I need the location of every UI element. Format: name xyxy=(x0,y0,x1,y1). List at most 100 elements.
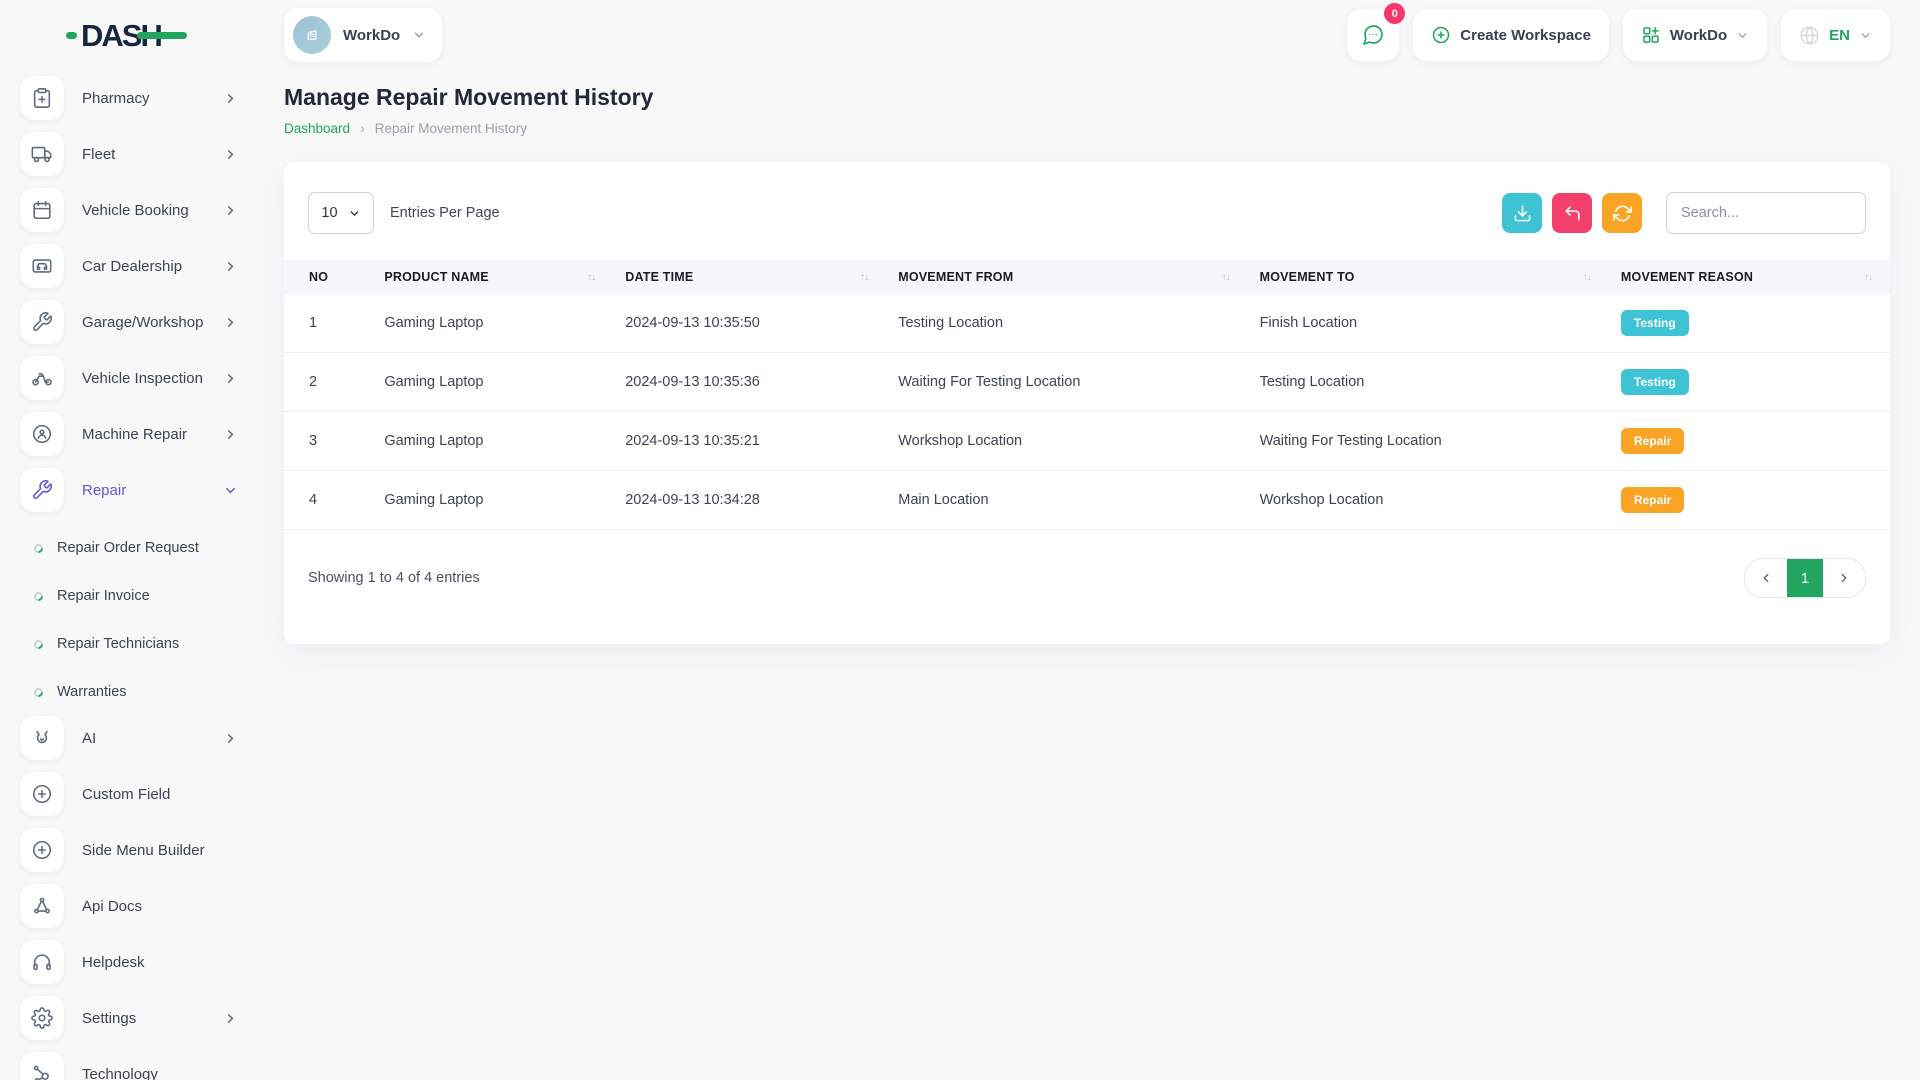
chat-bubble-icon xyxy=(1361,23,1385,47)
chevron-right-icon xyxy=(223,427,238,442)
ai-fox-icon xyxy=(20,716,64,760)
sidebar-item-repair[interactable]: Repair xyxy=(20,468,240,512)
cell-date-time: 2024-09-13 10:35:21 xyxy=(613,412,886,471)
chevron-right-icon xyxy=(223,259,238,274)
create-workspace-label: Create Workspace xyxy=(1460,27,1591,44)
sidebar-item-label: AI xyxy=(82,730,205,747)
sidebar-item-label: Machine Repair xyxy=(82,426,205,443)
cell-date-time: 2024-09-13 10:34:28 xyxy=(613,471,886,530)
sidebar-item-fleet[interactable]: Fleet xyxy=(20,132,240,176)
cell-movement-to: Workshop Location xyxy=(1248,471,1609,530)
chevron-down-icon xyxy=(223,483,238,498)
column-header-movement-reason[interactable]: MOVEMENT REASON↑↓ xyxy=(1609,260,1890,294)
table-row: 4Gaming Laptop2024-09-13 10:34:28Main Lo… xyxy=(284,471,1890,530)
sidebar-item-pharmacy[interactable]: Pharmacy xyxy=(20,76,240,120)
pagination-prev-button[interactable] xyxy=(1745,559,1787,597)
sidebar-subitem-repair-invoice[interactable]: Repair Invoice xyxy=(20,572,240,620)
column-header-movement-to[interactable]: MOVEMENT TO↑↓ xyxy=(1248,260,1609,294)
refresh-button[interactable] xyxy=(1602,193,1642,233)
cell-no: 2 xyxy=(284,353,372,412)
reason-badge: Testing xyxy=(1621,369,1689,395)
sort-arrows-icon: ↑↓ xyxy=(1583,272,1591,283)
plus-circle-icon xyxy=(1431,25,1451,45)
breadcrumb: Dashboard › Repair Movement History xyxy=(284,120,1890,136)
workspace-switcher[interactable]: WorkDo xyxy=(1623,9,1767,61)
search-input[interactable] xyxy=(1666,192,1866,234)
sidebar-subitem-label: Repair Invoice xyxy=(57,588,150,604)
sidebar-subitem-label: Repair Order Request xyxy=(57,540,199,556)
logo-area: DASH xyxy=(0,20,258,51)
download-button[interactable] xyxy=(1502,193,1542,233)
column-header-product-name[interactable]: PRODUCT NAME↑↓ xyxy=(372,260,613,294)
sidebar-item-label: Custom Field xyxy=(82,786,240,803)
chevron-left-icon xyxy=(1759,571,1773,585)
chevron-right-icon xyxy=(223,371,238,386)
header: WorkDo 0 Create Workspace xyxy=(258,8,1920,62)
cell-product-name: Gaming Laptop xyxy=(372,471,613,530)
create-workspace-button[interactable]: Create Workspace xyxy=(1413,9,1609,61)
pagination: 1 xyxy=(1744,558,1866,598)
sidebar-item-machine-repair[interactable]: Machine Repair xyxy=(20,412,240,456)
sidebar-item-custom-field[interactable]: Custom Field xyxy=(20,772,240,816)
messages-button[interactable]: 0 xyxy=(1347,9,1399,61)
sidebar-subitem-repair-order-request[interactable]: Repair Order Request xyxy=(20,524,240,572)
cell-date-time: 2024-09-13 10:35:50 xyxy=(613,294,886,353)
sidebar-item-side-menu-builder[interactable]: Side Menu Builder xyxy=(20,828,240,872)
cell-product-name: Gaming Laptop xyxy=(372,294,613,353)
calendar-icon xyxy=(20,188,64,232)
sidebar-item-technology[interactable]: Technology xyxy=(20,1052,240,1080)
cell-movement-from: Waiting For Testing Location xyxy=(886,353,1247,412)
column-label: MOVEMENT FROM xyxy=(898,270,1013,284)
table-header-row: NOPRODUCT NAME↑↓DATE TIME↑↓MOVEMENT FROM… xyxy=(284,260,1890,294)
sidebar-item-api-docs[interactable]: Api Docs xyxy=(20,884,240,928)
entries-per-page-label: Entries Per Page xyxy=(390,205,500,221)
undo-button[interactable] xyxy=(1552,193,1592,233)
wrench-icon xyxy=(20,300,64,344)
sidebar-subitem-warranties[interactable]: Warranties xyxy=(20,668,240,716)
logo-dash-accent xyxy=(66,32,77,39)
sort-arrows-icon: ↑↓ xyxy=(1864,272,1872,283)
table-card: 10 Entries Per Page NOPRODUCT NAME↑↓DATE… xyxy=(284,162,1890,644)
breadcrumb-dashboard-link[interactable]: Dashboard xyxy=(284,121,350,136)
sidebar-item-helpdesk[interactable]: Helpdesk xyxy=(20,940,240,984)
table-footer: Showing 1 to 4 of 4 entries 1 xyxy=(284,530,1890,640)
chevron-right-icon xyxy=(223,91,238,106)
header-right: 0 Create Workspace WorkDo xyxy=(1347,9,1890,61)
language-selector[interactable]: EN xyxy=(1781,9,1890,61)
main-content: Manage Repair Movement History Dashboard… xyxy=(258,70,1920,1080)
table-row: 3Gaming Laptop2024-09-13 10:35:21Worksho… xyxy=(284,412,1890,471)
pagination-page-1[interactable]: 1 xyxy=(1787,559,1823,597)
sidebar-item-label: Technology xyxy=(82,1066,240,1080)
entries-control: 10 Entries Per Page xyxy=(308,192,500,234)
cell-date-time: 2024-09-13 10:35:36 xyxy=(613,353,886,412)
sidebar-item-ai[interactable]: AI xyxy=(20,716,240,760)
table-row: 1Gaming Laptop2024-09-13 10:35:50Testing… xyxy=(284,294,1890,353)
movement-history-table: NOPRODUCT NAME↑↓DATE TIME↑↓MOVEMENT FROM… xyxy=(284,260,1890,530)
grid-plus-icon xyxy=(1641,25,1661,45)
sidebar-item-label: Car Dealership xyxy=(82,258,205,275)
chevron-down-icon xyxy=(1859,29,1872,42)
reason-badge: Repair xyxy=(1621,487,1684,513)
cell-movement-to: Waiting For Testing Location xyxy=(1248,412,1609,471)
workspace-switcher-label: WorkDo xyxy=(1670,27,1727,44)
headphones-icon xyxy=(20,940,64,984)
plus-circle-icon xyxy=(20,828,64,872)
cell-no: 1 xyxy=(284,294,372,353)
column-header-movement-from[interactable]: MOVEMENT FROM ↑↓ xyxy=(886,260,1247,294)
sidebar-item-vehicle-inspection[interactable]: Vehicle Inspection xyxy=(20,356,240,400)
sort-arrows-icon: ↑↓ xyxy=(1222,272,1230,283)
sidebar-subitem-label: Repair Technicians xyxy=(57,636,179,652)
sidebar-item-label: Vehicle Booking xyxy=(82,202,205,219)
workspace-pill[interactable]: WorkDo xyxy=(284,8,442,62)
sidebar-item-settings[interactable]: Settings xyxy=(20,996,240,1040)
bullet-icon xyxy=(32,542,45,555)
sidebar-subitem-repair-technicians[interactable]: Repair Technicians xyxy=(20,620,240,668)
sidebar: Pharmacy Fleet Vehicle Booking Car Dealersh… xyxy=(0,70,258,1080)
pagination-next-button[interactable] xyxy=(1823,559,1865,597)
entries-per-page-select[interactable]: 10 xyxy=(308,192,374,234)
sidebar-item-car-dealership[interactable]: Car Dealership xyxy=(20,244,240,288)
sidebar-item-garage-workshop[interactable]: Garage/Workshop xyxy=(20,300,240,344)
sidebar-item-vehicle-booking[interactable]: Vehicle Booking xyxy=(20,188,240,232)
chevron-down-icon xyxy=(412,28,426,42)
column-header-date-time[interactable]: DATE TIME↑↓ xyxy=(613,260,886,294)
